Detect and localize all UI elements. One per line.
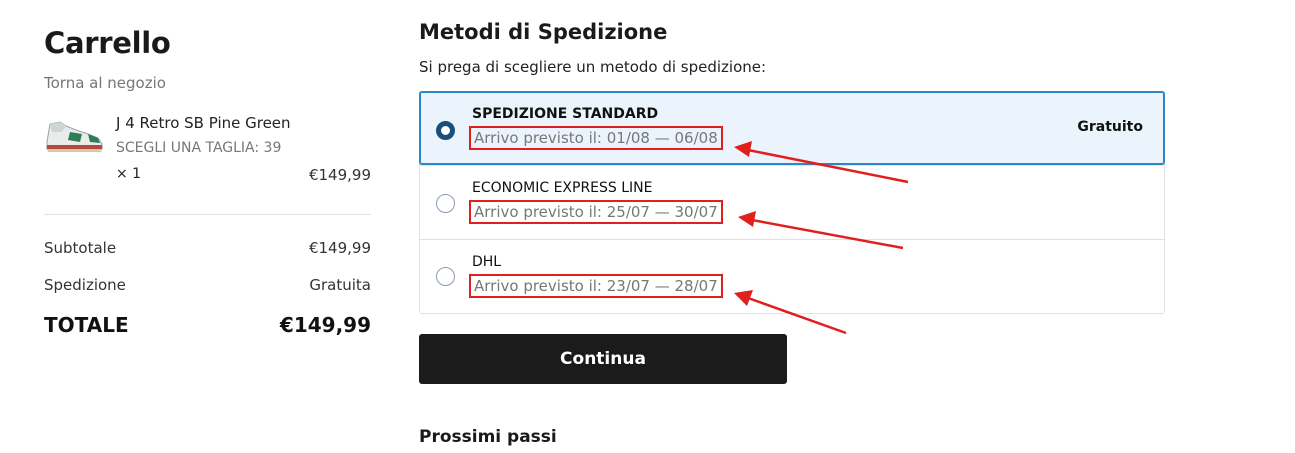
shipping-value: Gratuita bbox=[309, 276, 371, 294]
shipping-subtitle: Si prega di scegliere un metodo di spedi… bbox=[419, 58, 767, 76]
radio-unselected-icon[interactable] bbox=[436, 194, 455, 213]
total-row: TOTALE €149,99 bbox=[44, 313, 371, 337]
shipping-methods: SPEDIZIONE STANDARD Arrivo previsto il: … bbox=[419, 91, 1165, 314]
method-eta: Arrivo previsto il: 25/07 — 30/07 bbox=[469, 200, 723, 224]
method-price: Gratuito bbox=[1077, 119, 1143, 135]
method-name: SPEDIZIONE STANDARD bbox=[472, 106, 659, 122]
back-to-shop-link[interactable]: Torna al negozio bbox=[44, 74, 371, 92]
subtotal-row: Subtotale €149,99 bbox=[44, 239, 371, 257]
cart-summary: Carrello Torna al negozio J 4 Retro SB P… bbox=[44, 26, 371, 337]
total-value: €149,99 bbox=[279, 313, 371, 337]
next-steps-heading: Prossimi passi bbox=[419, 427, 557, 447]
shipping-method-economic-express[interactable]: ECONOMIC EXPRESS LINE Arrivo previsto il… bbox=[420, 165, 1164, 239]
shipping-title: Metodi di Spedizione bbox=[419, 20, 668, 44]
cart-item: J 4 Retro SB Pine Green SCEGLI UNA TAGLI… bbox=[44, 112, 371, 202]
shipping-row: Spedizione Gratuita bbox=[44, 276, 371, 294]
continue-button[interactable]: Continua bbox=[419, 334, 787, 384]
item-quantity: × 1 bbox=[116, 166, 142, 182]
sneaker-image bbox=[46, 121, 103, 152]
summary-divider bbox=[44, 214, 371, 215]
item-name: J 4 Retro SB Pine Green bbox=[116, 114, 291, 132]
shipping-method-dhl[interactable]: DHL Arrivo previsto il: 23/07 — 28/07 bbox=[420, 239, 1164, 314]
total-label: TOTALE bbox=[44, 313, 129, 337]
shipping-method-standard[interactable]: SPEDIZIONE STANDARD Arrivo previsto il: … bbox=[419, 91, 1165, 165]
shipping-label: Spedizione bbox=[44, 276, 126, 294]
subtotal-value: €149,99 bbox=[308, 239, 371, 257]
item-price: €149,99 bbox=[308, 166, 371, 184]
method-eta: Arrivo previsto il: 01/08 — 06/08 bbox=[469, 126, 723, 150]
item-size: SCEGLI UNA TAGLIA: 39 bbox=[116, 140, 282, 156]
subtotal-label: Subtotale bbox=[44, 239, 117, 257]
method-name: DHL bbox=[472, 254, 502, 270]
method-name: ECONOMIC EXPRESS LINE bbox=[472, 180, 653, 196]
cart-title: Carrello bbox=[44, 26, 171, 60]
radio-unselected-icon[interactable] bbox=[436, 267, 455, 286]
radio-selected-icon[interactable] bbox=[436, 121, 455, 140]
method-eta: Arrivo previsto il: 23/07 — 28/07 bbox=[469, 274, 723, 298]
